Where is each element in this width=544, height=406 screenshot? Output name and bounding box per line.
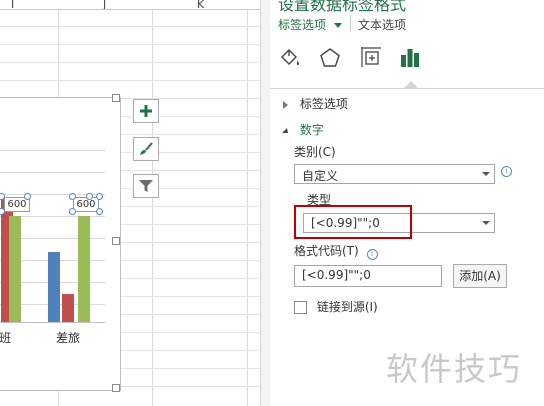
data-label-handle[interactable]: [96, 193, 103, 200]
format-code-label: 格式代码(T): [294, 244, 359, 258]
tab-text-options[interactable]: 文本选项: [358, 16, 406, 33]
section-title: 标签选项: [299, 97, 348, 111]
category-select[interactable]: 自定义: [294, 164, 495, 184]
chart-resize-handle[interactable]: [112, 94, 120, 102]
collapse-arrow-icon: [282, 128, 288, 133]
fill-line-tab[interactable]: [278, 47, 300, 72]
chart-gridline: [0, 172, 105, 173]
column-header-k[interactable]: K: [197, 0, 204, 10]
column-header-i[interactable]: I: [11, 0, 14, 10]
info-icon[interactable]: i: [366, 249, 378, 260]
row-divider: [0, 44, 260, 45]
chart-axis: [0, 322, 105, 323]
col-divider: [247, 9, 248, 406]
bar-group2-green[interactable]: [78, 216, 90, 322]
chart-styles-button[interactable]: [133, 137, 159, 161]
watermark-text: 软件技巧: [386, 350, 523, 388]
tab-label-options[interactable]: 标签选项: [278, 16, 342, 33]
pentagon-icon: [320, 48, 340, 67]
bar-group2-blue[interactable]: [48, 252, 60, 322]
section-title: 数字: [299, 123, 324, 137]
data-label-handle[interactable]: [96, 208, 103, 215]
bar-group2-red[interactable]: [62, 294, 74, 322]
bar-group1-green[interactable]: [9, 216, 21, 322]
pane-title: 设置数据标签格式: [278, 0, 407, 14]
section-number[interactable]: 数字: [282, 121, 324, 138]
data-label-handle[interactable]: [69, 193, 76, 200]
section-label-options[interactable]: 标签选项: [283, 95, 348, 112]
link-to-source-label: 链接到源(I): [316, 300, 378, 314]
chart-elements-button[interactable]: [133, 99, 159, 123]
row-divider: [0, 62, 260, 63]
size-properties-icon: [361, 47, 381, 67]
header-border: [0, 9, 260, 10]
link-to-source-checkbox[interactable]: [294, 301, 307, 314]
add-button[interactable]: 添加(A): [453, 264, 507, 288]
format-code-input[interactable]: [<0.99]"";0: [294, 265, 442, 287]
spreadsheet-area: I J K 600 600 班 差旅: [0, 0, 260, 406]
tab-separator: [350, 15, 351, 31]
column-header-j[interactable]: J: [103, 0, 106, 10]
chart-gridline: [0, 150, 105, 151]
chevron-down-icon: [482, 172, 490, 176]
filter-icon: [139, 180, 153, 192]
category-label: 类别(C): [294, 145, 336, 159]
fill-bucket-icon: [281, 49, 299, 66]
info-icon[interactable]: i: [501, 166, 512, 177]
size-properties-tab[interactable]: [359, 45, 383, 72]
category-label: 班: [0, 331, 12, 345]
row-divider: [0, 80, 260, 81]
tab-label: 标签选项: [278, 18, 327, 32]
data-label-handle[interactable]: [24, 193, 31, 200]
label-options-tab[interactable]: [398, 45, 422, 72]
format-code-row: 格式代码(T) i: [294, 242, 378, 260]
pane-separator: [270, 88, 544, 89]
highlight-box: [294, 205, 412, 239]
chart-resize-handle[interactable]: [112, 237, 120, 245]
add-element-icon: [140, 105, 152, 117]
data-label-handle[interactable]: [69, 208, 76, 215]
brush-icon: [140, 142, 153, 155]
expand-arrow-icon: [283, 100, 288, 109]
chart-object[interactable]: 600 600 班 差旅: [0, 94, 121, 392]
chart-resize-handle[interactable]: [112, 384, 120, 392]
row-divider: [0, 26, 260, 27]
link-to-source-row[interactable]: 链接到源(I): [294, 298, 378, 315]
chart-filters-button[interactable]: [133, 174, 159, 198]
effects-tab[interactable]: [319, 47, 341, 72]
data-label-handle[interactable]: [86, 193, 93, 200]
active-tab-pointer: [404, 81, 418, 88]
category-label: 差旅: [56, 331, 81, 345]
col-divider: [152, 9, 153, 406]
chevron-down-icon: [482, 221, 490, 225]
bar-chart-icon: [401, 49, 419, 67]
category-select-value: 自定义: [302, 169, 339, 183]
pane-splitter[interactable]: [260, 0, 270, 406]
format-code-value: [<0.99]"";0: [302, 268, 371, 282]
caret-down-icon: [333, 23, 342, 28]
